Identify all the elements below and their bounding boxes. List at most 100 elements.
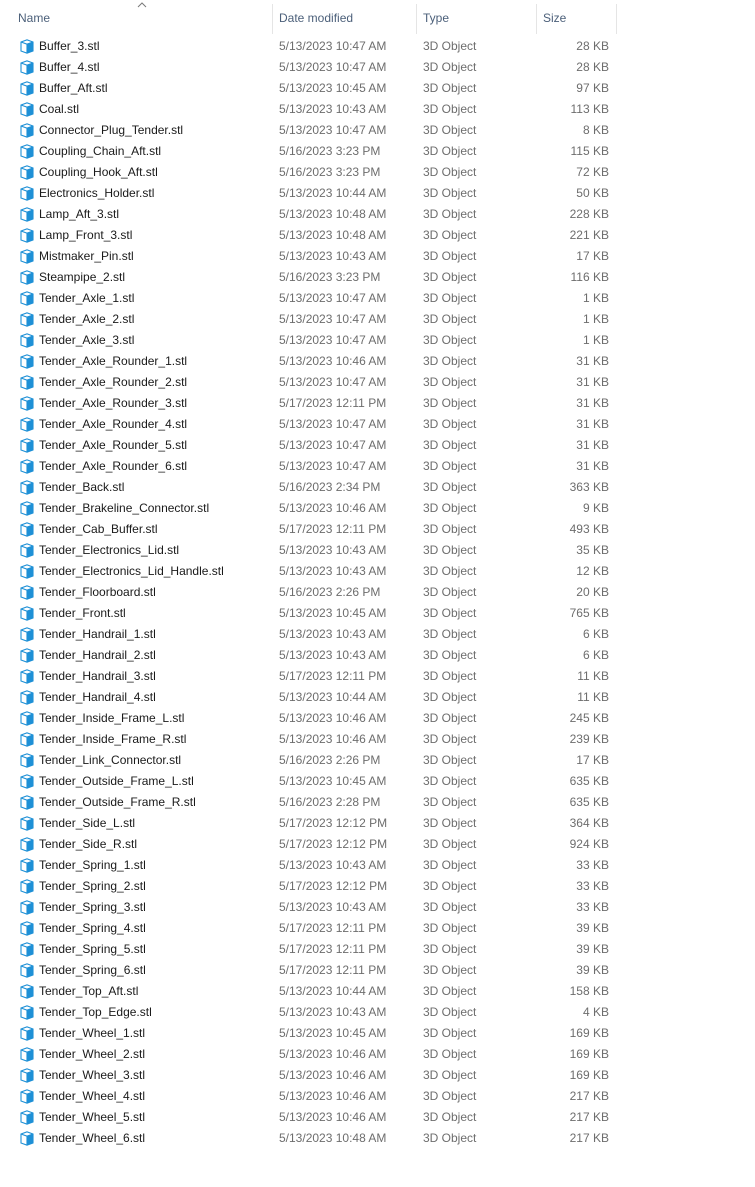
file-row[interactable]: Tender_Spring_6.stl 5/17/2023 12:11 PM 3… <box>0 960 620 981</box>
file-row[interactable]: Buffer_4.stl 5/13/2023 10:47 AM 3D Objec… <box>0 57 620 78</box>
file-row[interactable]: Tender_Top_Aft.stl 5/13/2023 10:44 AM 3D… <box>0 981 620 1002</box>
file-name: Lamp_Front_3.stl <box>39 228 133 242</box>
column-divider[interactable] <box>616 4 617 34</box>
file-row[interactable]: Tender_Wheel_6.stl 5/13/2023 10:48 AM 3D… <box>0 1128 620 1149</box>
file-type: 3D Object <box>423 375 477 389</box>
file-row[interactable]: Tender_Axle_Rounder_5.stl 5/13/2023 10:4… <box>0 435 620 456</box>
file-row[interactable]: Tender_Inside_Frame_R.stl 5/13/2023 10:4… <box>0 729 620 750</box>
file-name: Tender_Electronics_Lid.stl <box>39 543 180 557</box>
file-row[interactable]: Tender_Back.stl 5/16/2023 2:34 PM 3D Obj… <box>0 477 620 498</box>
3d-object-file-icon <box>20 732 34 747</box>
file-name: Tender_Handrail_4.stl <box>39 690 156 704</box>
file-name: Tender_Back.stl <box>39 480 125 494</box>
file-row[interactable]: Tender_Front.stl 5/13/2023 10:45 AM 3D O… <box>0 603 620 624</box>
file-row[interactable]: Tender_Axle_Rounder_4.stl 5/13/2023 10:4… <box>0 414 620 435</box>
file-row[interactable]: Tender_Handrail_3.stl 5/17/2023 12:11 PM… <box>0 666 620 687</box>
file-row[interactable]: Tender_Electronics_Lid_Handle.stl 5/13/2… <box>0 561 620 582</box>
file-type: 3D Object <box>423 795 477 809</box>
file-row[interactable]: Tender_Side_L.stl 5/17/2023 12:12 PM 3D … <box>0 813 620 834</box>
file-row[interactable]: Connector_Plug_Tender.stl 5/13/2023 10:4… <box>0 120 620 141</box>
file-row[interactable]: Tender_Axle_Rounder_2.stl 5/13/2023 10:4… <box>0 372 620 393</box>
file-type: 3D Object <box>423 228 477 242</box>
file-row[interactable]: Tender_Link_Connector.stl 5/16/2023 2:26… <box>0 750 620 771</box>
file-size: 9 KB <box>582 501 609 515</box>
file-date-modified: 5/13/2023 10:46 AM <box>279 501 387 515</box>
file-date-modified: 5/13/2023 10:47 AM <box>279 459 387 473</box>
file-size: 31 KB <box>576 354 609 368</box>
file-row[interactable]: Tender_Spring_4.stl 5/17/2023 12:11 PM 3… <box>0 918 620 939</box>
file-date-modified: 5/13/2023 10:47 AM <box>279 39 387 53</box>
file-date-modified: 5/17/2023 12:12 PM <box>279 879 388 893</box>
file-date-modified: 5/13/2023 10:47 AM <box>279 417 387 431</box>
file-size: 12 KB <box>576 564 609 578</box>
column-header-size[interactable]: Size <box>537 0 617 34</box>
file-row[interactable]: Tender_Cab_Buffer.stl 5/17/2023 12:11 PM… <box>0 519 620 540</box>
file-row[interactable]: Mistmaker_Pin.stl 5/13/2023 10:43 AM 3D … <box>0 246 620 267</box>
file-row[interactable]: Tender_Axle_Rounder_6.stl 5/13/2023 10:4… <box>0 456 620 477</box>
file-date-modified: 5/13/2023 10:43 AM <box>279 1005 387 1019</box>
file-row[interactable]: Tender_Axle_Rounder_3.stl 5/17/2023 12:1… <box>0 393 620 414</box>
file-row[interactable]: Coupling_Chain_Aft.stl 5/16/2023 3:23 PM… <box>0 141 620 162</box>
file-row[interactable]: Tender_Outside_Frame_R.stl 5/16/2023 2:2… <box>0 792 620 813</box>
3d-object-file-icon <box>20 648 34 663</box>
file-name: Connector_Plug_Tender.stl <box>39 123 184 137</box>
file-row[interactable]: Tender_Spring_2.stl 5/17/2023 12:12 PM 3… <box>0 876 620 897</box>
3d-object-file-icon <box>20 312 34 327</box>
3d-object-file-icon <box>20 102 34 117</box>
file-type: 3D Object <box>423 984 477 998</box>
file-row[interactable]: Tender_Wheel_1.stl 5/13/2023 10:45 AM 3D… <box>0 1023 620 1044</box>
file-row[interactable]: Tender_Brakeline_Connector.stl 5/13/2023… <box>0 498 620 519</box>
file-row[interactable]: Tender_Top_Edge.stl 5/13/2023 10:43 AM 3… <box>0 1002 620 1023</box>
file-size: 33 KB <box>576 858 609 872</box>
file-row[interactable]: Lamp_Front_3.stl 5/13/2023 10:48 AM 3D O… <box>0 225 620 246</box>
file-row[interactable]: Tender_Axle_Rounder_1.stl 5/13/2023 10:4… <box>0 351 620 372</box>
file-row[interactable]: Tender_Wheel_5.stl 5/13/2023 10:46 AM 3D… <box>0 1107 620 1128</box>
file-name: Tender_Spring_1.stl <box>39 858 146 872</box>
file-type: 3D Object <box>423 585 477 599</box>
file-size: 28 KB <box>576 39 609 53</box>
file-row[interactable]: Electronics_Holder.stl 5/13/2023 10:44 A… <box>0 183 620 204</box>
3d-object-file-icon <box>20 627 34 642</box>
3d-object-file-icon <box>20 1110 34 1125</box>
file-size: 50 KB <box>576 186 609 200</box>
file-type: 3D Object <box>423 333 477 347</box>
3d-object-file-icon <box>20 375 34 390</box>
file-row[interactable]: Tender_Floorboard.stl 5/16/2023 2:26 PM … <box>0 582 620 603</box>
file-row[interactable]: Lamp_Aft_3.stl 5/13/2023 10:48 AM 3D Obj… <box>0 204 620 225</box>
file-row[interactable]: Steampipe_2.stl 5/16/2023 3:23 PM 3D Obj… <box>0 267 620 288</box>
file-type: 3D Object <box>423 207 477 221</box>
file-row[interactable]: Buffer_Aft.stl 5/13/2023 10:45 AM 3D Obj… <box>0 78 620 99</box>
file-row[interactable]: Coal.stl 5/13/2023 10:43 AM 3D Object 11… <box>0 99 620 120</box>
file-date-modified: 5/17/2023 12:11 PM <box>279 669 387 683</box>
file-row[interactable]: Tender_Wheel_2.stl 5/13/2023 10:46 AM 3D… <box>0 1044 620 1065</box>
file-row[interactable]: Coupling_Hook_Aft.stl 5/16/2023 3:23 PM … <box>0 162 620 183</box>
file-type: 3D Object <box>423 81 477 95</box>
file-type: 3D Object <box>423 102 477 116</box>
file-row[interactable]: Tender_Handrail_1.stl 5/13/2023 10:43 AM… <box>0 624 620 645</box>
file-row[interactable]: Tender_Wheel_4.stl 5/13/2023 10:46 AM 3D… <box>0 1086 620 1107</box>
file-row[interactable]: Tender_Inside_Frame_L.stl 5/13/2023 10:4… <box>0 708 620 729</box>
file-row[interactable]: Tender_Handrail_4.stl 5/13/2023 10:44 AM… <box>0 687 620 708</box>
column-header-type[interactable]: Type <box>417 0 536 34</box>
file-row[interactable]: Tender_Spring_1.stl 5/13/2023 10:43 AM 3… <box>0 855 620 876</box>
file-date-modified: 5/13/2023 10:46 AM <box>279 711 387 725</box>
file-date-modified: 5/13/2023 10:47 AM <box>279 60 387 74</box>
file-row[interactable]: Tender_Spring_3.stl 5/13/2023 10:43 AM 3… <box>0 897 620 918</box>
file-name: Tender_Spring_2.stl <box>39 879 146 893</box>
file-row[interactable]: Tender_Outside_Frame_L.stl 5/13/2023 10:… <box>0 771 620 792</box>
file-row[interactable]: Tender_Wheel_3.stl 5/13/2023 10:46 AM 3D… <box>0 1065 620 1086</box>
file-date-modified: 5/13/2023 10:47 AM <box>279 312 387 326</box>
file-row[interactable]: Tender_Axle_3.stl 5/13/2023 10:47 AM 3D … <box>0 330 620 351</box>
file-type: 3D Object <box>423 711 477 725</box>
3d-object-file-icon <box>20 144 34 159</box>
file-row[interactable]: Tender_Electronics_Lid.stl 5/13/2023 10:… <box>0 540 620 561</box>
file-row[interactable]: Buffer_3.stl 5/13/2023 10:47 AM 3D Objec… <box>0 36 620 57</box>
file-row[interactable]: Tender_Spring_5.stl 5/17/2023 12:11 PM 3… <box>0 939 620 960</box>
file-row[interactable]: Tender_Handrail_2.stl 5/13/2023 10:43 AM… <box>0 645 620 666</box>
file-row[interactable]: Tender_Axle_1.stl 5/13/2023 10:47 AM 3D … <box>0 288 620 309</box>
file-name: Coupling_Chain_Aft.stl <box>39 144 162 158</box>
column-header-date-modified[interactable]: Date modified <box>273 0 416 34</box>
file-row[interactable]: Tender_Axle_2.stl 5/13/2023 10:47 AM 3D … <box>0 309 620 330</box>
file-row[interactable]: Tender_Side_R.stl 5/17/2023 12:12 PM 3D … <box>0 834 620 855</box>
file-type: 3D Object <box>423 753 477 767</box>
